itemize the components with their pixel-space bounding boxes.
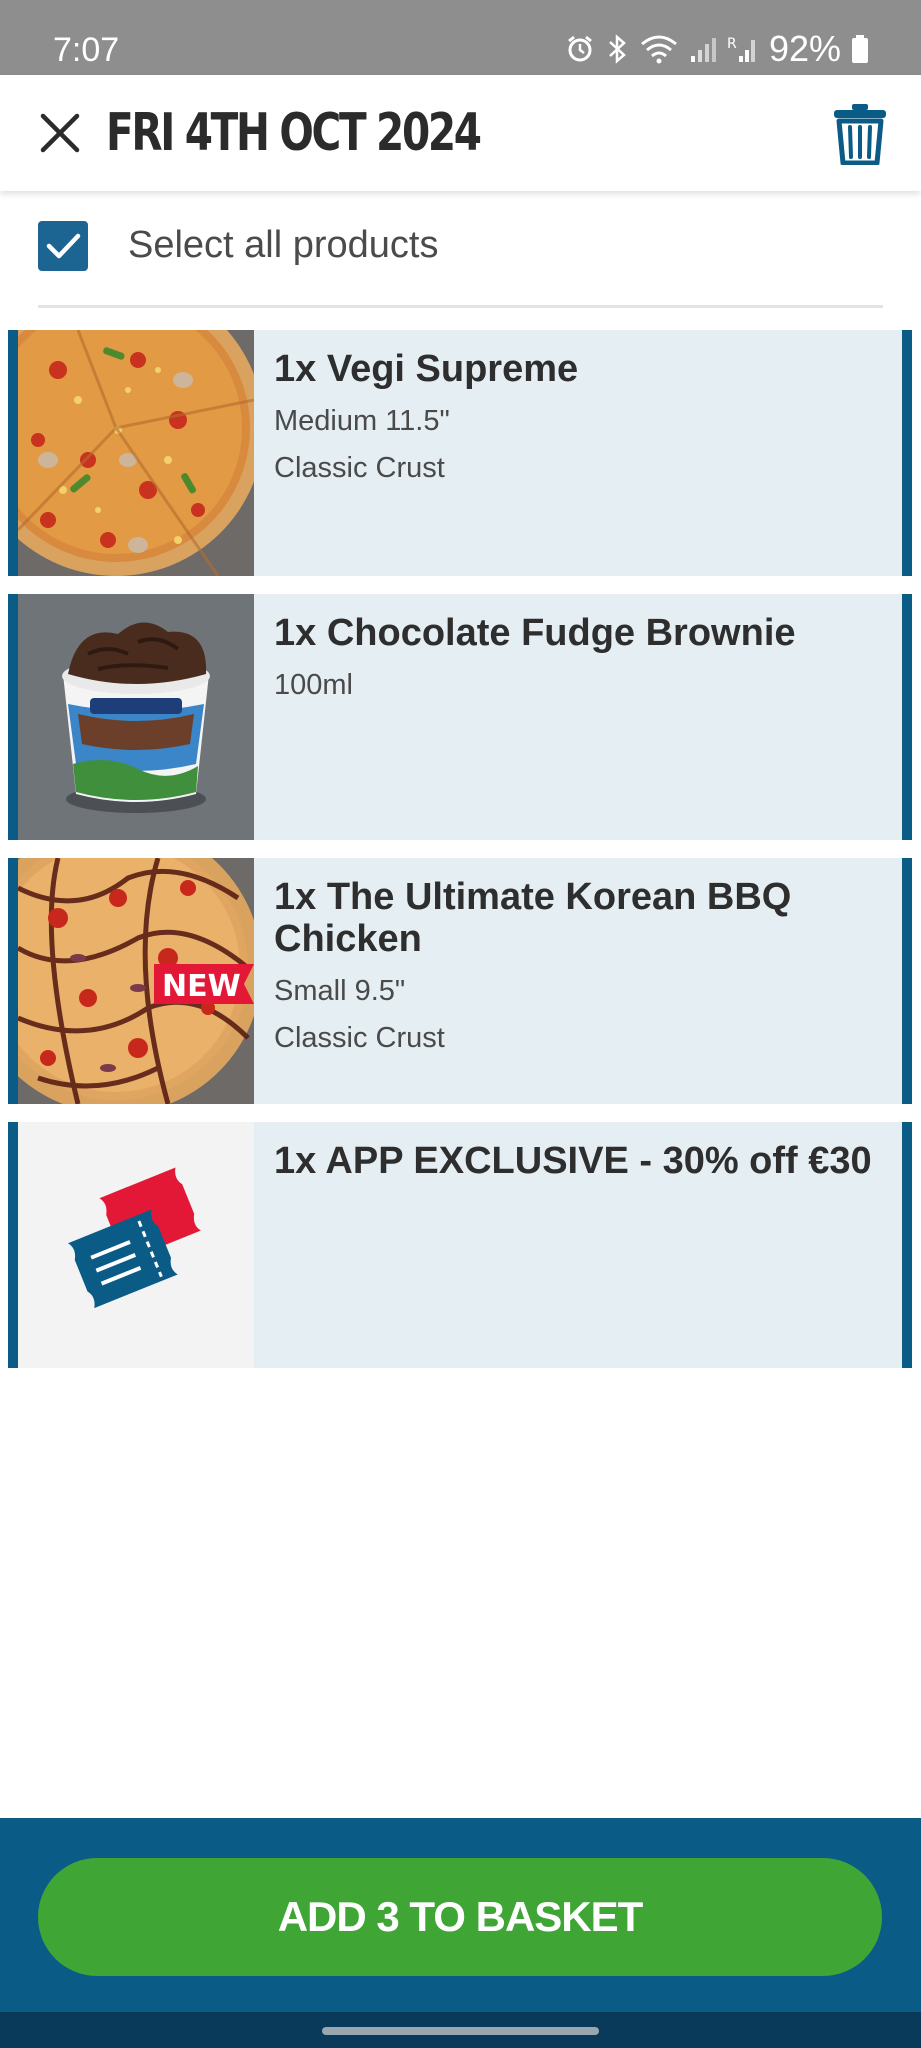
new-badge: NEW — [154, 964, 254, 1004]
product-name: 1x The Ultimate Korean BBQ Chicken — [274, 876, 792, 960]
new-badge-text: NEW — [162, 969, 241, 1004]
bluetooth-icon — [609, 34, 626, 64]
product-item-vegi-supreme[interactable]: 1x Vegi Supreme Medium 11.5" Classic Cru… — [8, 330, 912, 576]
product-info: 1x The Ultimate Korean BBQ Chicken Small… — [274, 876, 888, 1062]
product-info: 1x APP EXCLUSIVE - 30% off €30 — [274, 1140, 888, 1182]
status-time: 7:07 — [53, 31, 120, 69]
close-icon — [40, 113, 80, 153]
navigation-bar — [0, 2012, 921, 2048]
product-image-ice-cream — [18, 594, 254, 840]
status-bar: 7:07 R 92% — [0, 0, 921, 75]
wifi-icon — [640, 35, 677, 64]
delete-button[interactable] — [825, 97, 895, 171]
close-button[interactable] — [28, 101, 92, 165]
header: FRI 4TH OCT 2024 — [0, 75, 921, 191]
battery-percentage: 92% — [768, 28, 841, 69]
alarm-icon — [568, 35, 592, 62]
signal-icon — [690, 38, 716, 62]
product-item-app-exclusive[interactable]: 1x APP EXCLUSIVE - 30% off €30 — [8, 1122, 912, 1368]
product-name: 1x APP EXCLUSIVE - 30% off €30 — [274, 1140, 872, 1182]
product-size: Small 9.5" — [274, 975, 406, 1007]
product-info: 1x Chocolate Fudge Brownie 100ml — [274, 612, 888, 709]
status-icons: R 92% — [565, 26, 869, 72]
bottom-bar: ADD 3 TO BASKET — [0, 1818, 921, 2048]
select-all-checkbox[interactable] — [38, 220, 88, 271]
product-item-chocolate-fudge-brownie[interactable]: 1x Chocolate Fudge Brownie 100ml — [8, 594, 912, 840]
product-name: 1x Chocolate Fudge Brownie — [274, 612, 796, 654]
product-size: 100ml — [274, 669, 353, 701]
product-name: 1x Vegi Supreme — [274, 348, 579, 390]
product-image-tickets — [18, 1122, 254, 1368]
signal-roaming-icon: R — [727, 36, 755, 62]
product-image-vegi-supreme — [18, 330, 254, 576]
home-indicator[interactable] — [322, 2027, 599, 2035]
checkmark-icon — [46, 233, 81, 258]
add-to-basket-button[interactable]: ADD 3 TO BASKET — [38, 1858, 882, 1976]
select-all-row[interactable]: Select all products — [38, 212, 883, 308]
product-image-korean-bbq: NEW — [18, 858, 254, 1104]
product-item-korean-bbq-chicken[interactable]: NEW 1x The Ultimate Korean BBQ Chicken S… — [8, 858, 912, 1104]
battery-icon — [852, 35, 868, 63]
trash-icon — [834, 104, 886, 165]
select-all-label: Select all products — [128, 224, 439, 266]
product-info: 1x Vegi Supreme Medium 11.5" Classic Cru… — [274, 348, 888, 492]
tickets-icon — [68, 1167, 201, 1309]
svg-text:R: R — [727, 36, 737, 52]
product-crust: Classic Crust — [274, 1022, 445, 1054]
product-size: Medium 11.5" — [274, 405, 450, 437]
product-crust: Classic Crust — [274, 452, 445, 484]
page-title: FRI 4TH OCT 2024 — [106, 103, 482, 163]
